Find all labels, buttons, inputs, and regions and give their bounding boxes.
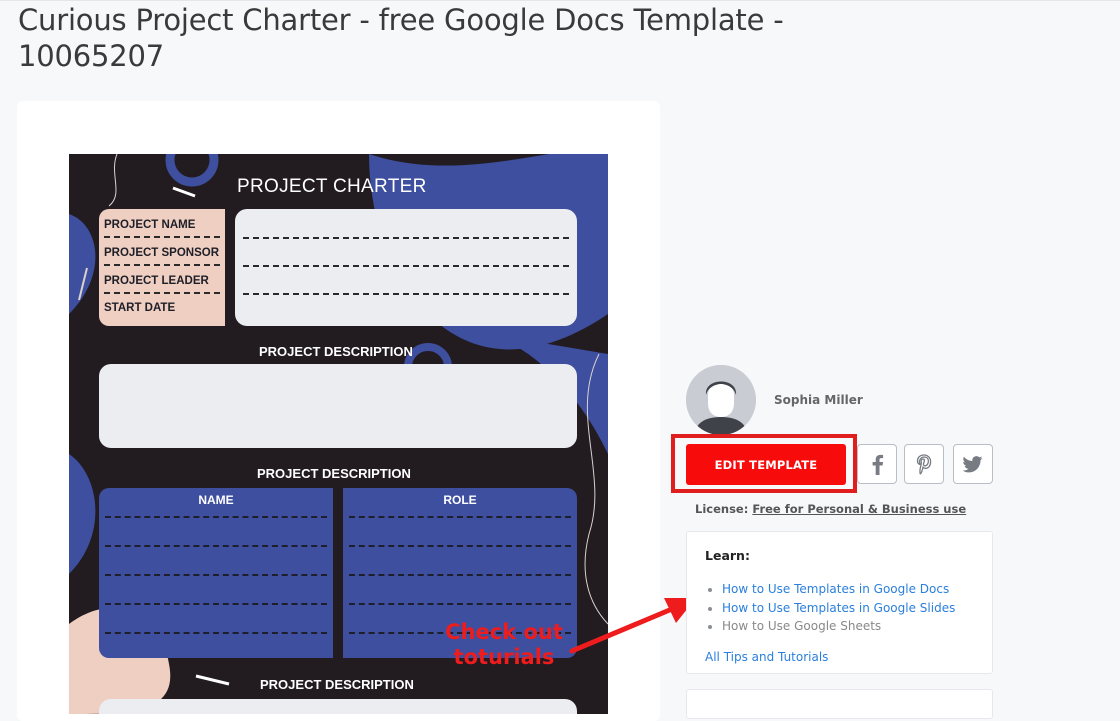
preview-dashed-line [243, 293, 569, 295]
preview-name-column: NAME [99, 488, 333, 658]
preview-label-divider [104, 236, 220, 238]
preview-heading: PROJECT CHARTER [237, 176, 427, 197]
facebook-share-button[interactable] [857, 444, 897, 484]
preview-section-heading: PROJECT DESCRIPTION [260, 677, 414, 692]
preview-label-project-leader: PROJECT LEADER [104, 275, 209, 287]
twitter-icon [963, 456, 983, 473]
license-prefix: License: [695, 502, 749, 516]
edit-template-button[interactable]: EDIT TEMPLATE [686, 444, 846, 485]
pinterest-share-button[interactable] [904, 444, 944, 484]
preview-label-divider [104, 292, 220, 294]
learn-title: Learn: [705, 548, 750, 563]
preview-row-line [105, 574, 327, 576]
preview-label-divider [104, 264, 220, 266]
next-card [686, 689, 993, 719]
license-link[interactable]: Free for Personal & Business use [752, 502, 966, 516]
preview-description-box [99, 364, 577, 448]
twitter-share-button[interactable] [953, 444, 993, 484]
facebook-icon [872, 454, 884, 475]
preview-role-header: ROLE [443, 493, 477, 507]
preview-dashed-line [243, 237, 569, 239]
all-tips-link[interactable]: All Tips and Tutorials [705, 650, 828, 664]
preview-row-line [349, 545, 571, 547]
page-title: Curious Project Charter - free Google Do… [18, 3, 784, 73]
preview-row-line [105, 632, 327, 634]
preview-row-line [105, 545, 327, 547]
annotation-text: Check out toturials [445, 620, 563, 669]
preview-info-values [235, 209, 577, 326]
learn-card: Learn: How to Use Templates in Google Do… [686, 531, 993, 674]
preview-info-labels: PROJECT NAME PROJECT SPONSOR PROJECT LEA… [99, 209, 225, 326]
learn-link-google-sheets[interactable]: How to Use Google Sheets [705, 617, 955, 636]
learn-link-google-docs[interactable]: How to Use Templates in Google Docs [705, 580, 955, 599]
learn-list: How to Use Templates in Google Docs How … [705, 580, 955, 636]
preview-label-project-name: PROJECT NAME [104, 219, 196, 231]
preview-dashed-line [243, 265, 569, 267]
preview-row-line [349, 516, 571, 518]
avatar[interactable] [686, 365, 756, 435]
preview-row-line [105, 603, 327, 605]
preview-row-line [349, 603, 571, 605]
user-icon [686, 365, 756, 435]
author-name[interactable]: Sophia Miller [774, 393, 863, 407]
top-divider [0, 0, 1120, 1]
preview-section-heading: PROJECT DESCRIPTION [257, 466, 411, 481]
learn-link-google-slides[interactable]: How to Use Templates in Google Slides [705, 599, 955, 618]
preview-label-project-sponsor: PROJECT SPONSOR [104, 247, 220, 259]
pinterest-icon [916, 454, 932, 475]
license-info: License: Free for Personal & Business us… [695, 502, 966, 516]
preview-row-line [105, 516, 327, 518]
preview-label-start-date: START DATE [104, 302, 176, 314]
preview-name-header: NAME [198, 493, 234, 507]
preview-row-line [349, 574, 571, 576]
preview-section-heading: PROJECT DESCRIPTION [259, 344, 413, 359]
